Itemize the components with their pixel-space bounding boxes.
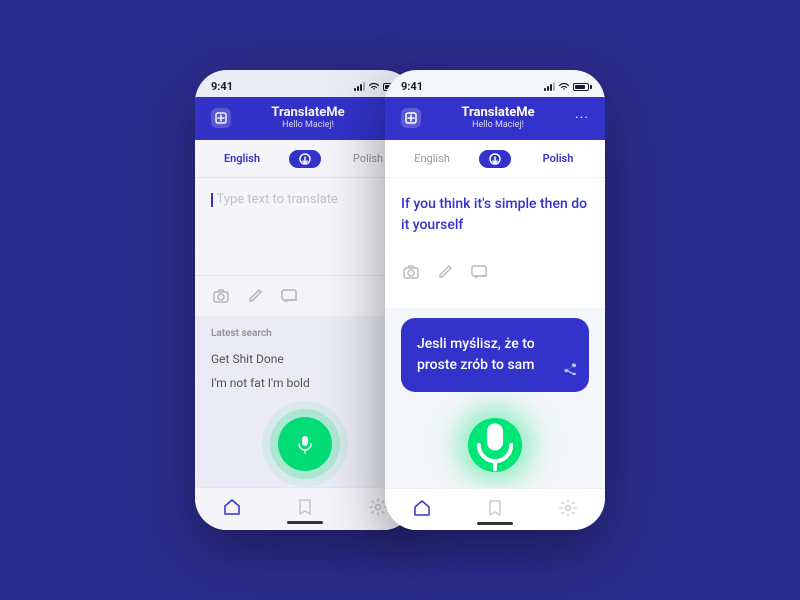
time-back: 9:41 bbox=[211, 80, 233, 93]
action-icons-front bbox=[401, 252, 589, 292]
mic-button-back[interactable] bbox=[278, 417, 332, 471]
latest-search-back: Latest search Get Shit Done ☆ I'm not fa… bbox=[195, 316, 415, 401]
app-subtitle-back: Hello Maciej! bbox=[271, 120, 344, 130]
translation-area-front: If you think it's simple then do it your… bbox=[385, 178, 605, 308]
source-text-front: If you think it's simple then do it your… bbox=[401, 194, 589, 236]
nav-bookmark-back[interactable] bbox=[268, 498, 341, 516]
camera-icon-back[interactable] bbox=[211, 286, 231, 306]
signal-icon bbox=[354, 82, 365, 91]
share-icon-front[interactable] bbox=[563, 361, 577, 382]
app-subtitle-front: Hello Maciej! bbox=[461, 120, 534, 130]
edit-icon-back[interactable] bbox=[245, 286, 265, 306]
time-front: 9:41 bbox=[401, 80, 423, 93]
tab-switch-front[interactable] bbox=[479, 150, 511, 168]
tab-switch-back[interactable] bbox=[289, 150, 321, 168]
nav-bookmark-front[interactable] bbox=[458, 499, 531, 517]
result-card-front: Jesli myślisz, że to proste zrób to sam bbox=[401, 318, 589, 392]
app-header-back: TranslateMe Hello Maciej! ··· bbox=[195, 97, 415, 140]
latest-label-back: Latest search bbox=[211, 328, 399, 339]
app-title-front: TranslateMe bbox=[461, 105, 534, 120]
tab-english-back[interactable]: English bbox=[195, 148, 289, 169]
search-item-2[interactable]: I'm not fat I'm bold ★ bbox=[211, 371, 399, 395]
mic-container-back bbox=[195, 401, 415, 487]
nav-indicator-front bbox=[477, 522, 513, 525]
status-icons-front bbox=[544, 82, 589, 92]
cursor-line bbox=[211, 193, 213, 207]
input-area-back[interactable]: Type text to translate bbox=[195, 178, 415, 275]
more-button-front[interactable]: ··· bbox=[575, 110, 589, 126]
mic-container-front bbox=[385, 402, 605, 488]
text-input-back[interactable]: Type text to translate bbox=[211, 192, 399, 207]
battery-icon-front bbox=[573, 83, 589, 91]
wifi-icon-front bbox=[558, 82, 570, 92]
message-icon-back[interactable] bbox=[279, 286, 299, 306]
camera-icon-front[interactable] bbox=[401, 262, 421, 282]
tab-bar-back: English Polish bbox=[195, 140, 415, 178]
app-header-center-front: TranslateMe Hello Maciej! bbox=[461, 105, 534, 130]
nav-home-front[interactable] bbox=[385, 499, 458, 517]
app-header-front: TranslateMe Hello Maciej! ··· bbox=[385, 97, 605, 140]
search-item-1[interactable]: Get Shit Done ☆ bbox=[211, 347, 399, 371]
result-text-front: Jesli myślisz, że to proste zrób to sam bbox=[417, 334, 573, 376]
status-bar-back: 9:41 bbox=[195, 70, 415, 97]
placeholder-back: Type text to translate bbox=[217, 192, 338, 207]
phone-back: 9:41 Transla bbox=[195, 70, 415, 530]
app-header-center-back: TranslateMe Hello Maciej! bbox=[271, 105, 344, 130]
message-icon-front[interactable] bbox=[469, 262, 489, 282]
phones-container: 9:41 Transla bbox=[195, 70, 605, 530]
mic-button-front[interactable] bbox=[468, 418, 522, 472]
bottom-nav-back bbox=[195, 487, 415, 530]
status-bar-front: 9:41 bbox=[385, 70, 605, 97]
app-logo-front bbox=[401, 108, 421, 128]
edit-icon-front[interactable] bbox=[435, 262, 455, 282]
tab-polish-front[interactable]: Polish bbox=[511, 148, 605, 169]
search-text-1: Get Shit Done bbox=[211, 352, 284, 366]
action-icons-back bbox=[195, 275, 415, 316]
app-title-back: TranslateMe bbox=[271, 105, 344, 120]
tab-bar-front: English Polish bbox=[385, 140, 605, 178]
wifi-icon bbox=[368, 82, 380, 92]
nav-indicator-back bbox=[287, 521, 323, 524]
search-text-2: I'm not fat I'm bold bbox=[211, 376, 310, 390]
nav-home-back[interactable] bbox=[195, 498, 268, 516]
tab-english-front[interactable]: English bbox=[385, 148, 479, 169]
signal-icon-front bbox=[544, 82, 555, 91]
phone-front: 9:41 Transla bbox=[385, 70, 605, 530]
app-logo-back bbox=[211, 108, 231, 128]
nav-settings-front[interactable] bbox=[532, 499, 605, 517]
bottom-nav-front bbox=[385, 488, 605, 530]
